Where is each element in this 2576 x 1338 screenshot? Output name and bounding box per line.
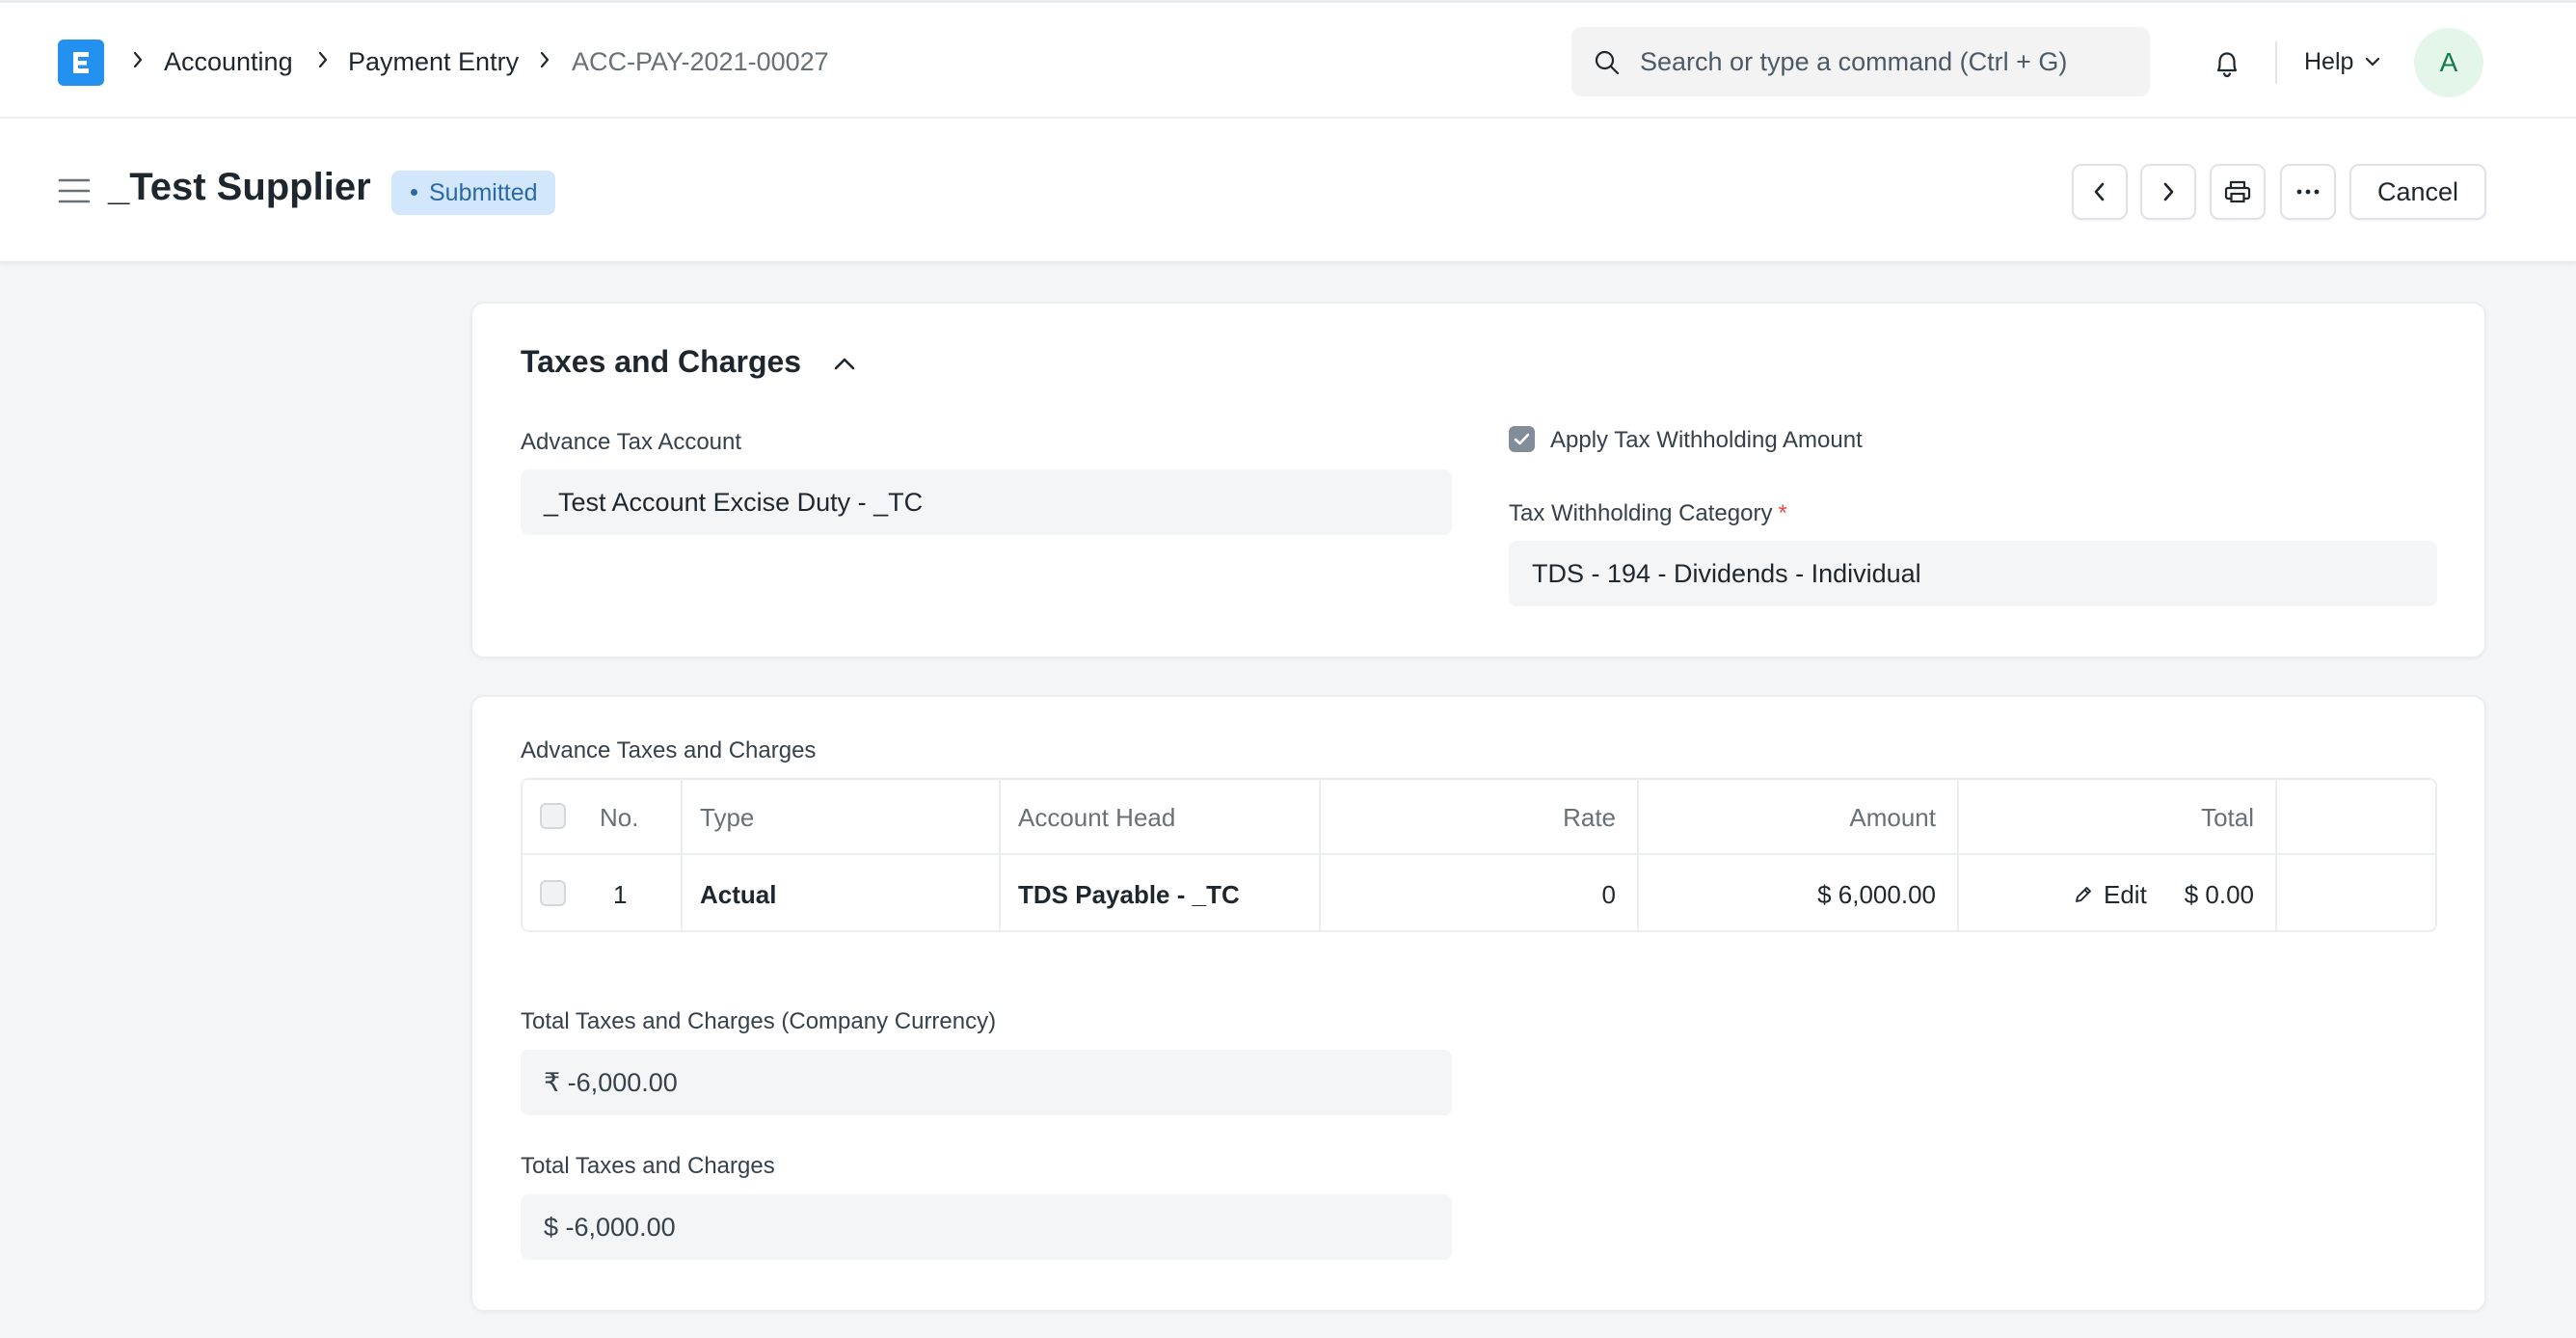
chevron-right-icon — [2163, 182, 2174, 201]
advance-tax-account-field[interactable]: _Test Account Excise Duty - _TC — [521, 469, 1452, 535]
taxes-and-charges-section: Taxes and Charges Advance Tax Account _T… — [470, 302, 2486, 658]
row-edit-label: Edit — [2104, 880, 2147, 909]
printer-icon — [2224, 180, 2251, 203]
chevron-down-icon[interactable] — [2364, 55, 2381, 68]
previous-document-button[interactable] — [2072, 164, 2128, 220]
total-taxes-label: Total Taxes and Charges — [521, 1153, 775, 1179]
row-amount[interactable]: $ 6,000.00 — [1656, 857, 1936, 930]
advance-tax-account-label: Advance Tax Account — [521, 429, 742, 455]
page-title: _Test Supplier — [108, 166, 371, 208]
apply-tax-withholding-checkbox[interactable] — [1509, 426, 1535, 452]
total-taxes-company-currency-field[interactable]: ₹ -6,000.00 — [521, 1050, 1452, 1115]
status-dot — [411, 188, 417, 196]
chevron-left-icon — [2094, 182, 2105, 201]
advance-taxes-section: Advance Taxes and Charges No. Type Accou… — [470, 695, 2486, 1312]
print-button[interactable] — [2210, 164, 2266, 220]
column-header-account-head: Account Head — [1018, 803, 1176, 832]
tax-withholding-category-label: Tax Withholding Category * — [1509, 499, 1787, 528]
hamburger-icon[interactable] — [58, 176, 91, 205]
pencil-icon — [2076, 887, 2091, 902]
advance-taxes-table: No. Type Account Head Rate Amount Total … — [521, 778, 2437, 932]
page-head: _Test Supplier Submitted Cancel — [0, 119, 2576, 263]
check-icon — [1514, 433, 1530, 445]
bell-icon[interactable] — [2210, 46, 2244, 81]
next-document-button[interactable] — [2140, 164, 2196, 220]
breadcrumb-payment-entry[interactable]: Payment Entry — [348, 45, 519, 78]
required-indicator: * — [1778, 500, 1787, 526]
tax-withholding-category-field[interactable]: TDS - 194 - Dividends - Individual — [1509, 541, 2437, 606]
breadcrumb-document: ACC-PAY-2021-00027 — [572, 47, 829, 76]
search-input[interactable]: Search or type a command (Ctrl + G) — [1640, 46, 2067, 77]
column-header-total: Total — [2201, 803, 2254, 832]
row-select-checkbox[interactable] — [540, 880, 566, 906]
status-badge-label: Submitted — [429, 179, 538, 206]
navbar: Accounting Payment Entry ACC-PAY-2021-00… — [0, 0, 2576, 119]
select-all-checkbox[interactable] — [540, 803, 566, 829]
column-header-amount: Amount — [1849, 803, 1936, 832]
nav-divider — [2275, 41, 2277, 84]
column-header-no: No. — [600, 803, 639, 832]
chevron-right-icon — [133, 51, 143, 68]
breadcrumb-accounting[interactable]: Accounting — [164, 45, 293, 78]
row-type[interactable]: Actual — [700, 857, 776, 930]
table-row[interactable]: 1 Actual TDS Payable - _TC 0 $ 6,000.00 … — [523, 857, 2435, 930]
row-no: 1 — [613, 880, 628, 909]
chevron-right-icon — [540, 51, 550, 68]
search-icon — [1595, 50, 1620, 75]
table-header-row: No. Type Account Head Rate Amount Total — [523, 780, 2435, 855]
status-badge: Submitted — [391, 171, 555, 215]
tax-withholding-category-label-text: Tax Withholding Category — [1509, 500, 1773, 526]
advance-taxes-label: Advance Taxes and Charges — [521, 737, 817, 763]
apply-tax-withholding-label: Apply Tax Withholding Amount — [1550, 427, 1863, 453]
avatar[interactable]: A — [2414, 28, 2483, 97]
total-taxes-field[interactable]: $ -6,000.00 — [521, 1194, 1452, 1260]
app-logo-icon[interactable] — [58, 40, 104, 86]
more-actions-button[interactable] — [2280, 164, 2336, 220]
column-header-rate: Rate — [1563, 803, 1616, 832]
chevron-up-icon[interactable] — [831, 354, 858, 373]
row-rate[interactable]: 0 — [1338, 857, 1616, 930]
ellipsis-icon — [2296, 189, 2320, 195]
help-menu-button[interactable]: Help — [2304, 46, 2353, 77]
total-taxes-company-currency-label: Total Taxes and Charges (Company Currenc… — [521, 1008, 997, 1034]
cancel-button[interactable]: Cancel — [2349, 164, 2486, 220]
column-header-type: Type — [700, 803, 755, 832]
section-title: Taxes and Charges — [521, 344, 802, 379]
row-account-head[interactable]: TDS Payable - _TC — [1018, 857, 1240, 930]
search-bar[interactable]: Search or type a command (Ctrl + G) — [1571, 27, 2150, 96]
chevron-right-icon — [318, 51, 328, 68]
row-edit-button[interactable]: Edit — [2073, 857, 2147, 930]
